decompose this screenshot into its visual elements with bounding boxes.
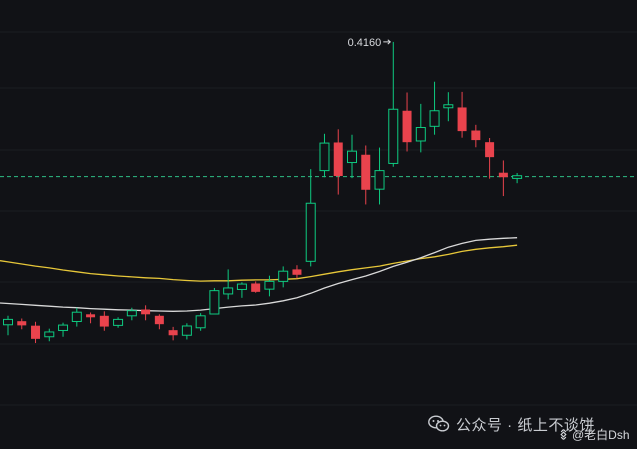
candle-body [443, 104, 454, 109]
candle-body [209, 290, 220, 315]
watermark-handle-text: @老白Dsh [572, 428, 630, 442]
candle-body [374, 170, 385, 190]
candle-body [485, 142, 495, 158]
candle-body [415, 127, 426, 142]
candle-body [195, 315, 206, 329]
binance-logo-icon [560, 429, 567, 440]
candle-body [471, 130, 481, 141]
candle-body [292, 269, 302, 275]
candle-body [512, 175, 523, 179]
candle-body [333, 142, 343, 177]
wechat-icon [428, 415, 450, 433]
candlestick-chart: 0.4160 [0, 0, 637, 449]
candle-body [17, 321, 27, 326]
candle-body [31, 325, 41, 339]
candle-body [154, 315, 164, 325]
candle-body [223, 287, 234, 295]
candle-body [361, 154, 371, 190]
candle-body [86, 314, 96, 318]
candle-body [429, 110, 440, 127]
candle-body [347, 150, 357, 164]
candle-body [71, 311, 82, 322]
candle-body [126, 310, 137, 317]
candle-body [457, 107, 467, 132]
candle-body [3, 318, 13, 326]
candle-body [58, 324, 69, 331]
candle-body [181, 325, 192, 336]
candle-body [251, 283, 261, 292]
candle-body [264, 280, 275, 290]
candle-body [236, 283, 247, 290]
candle-body [498, 172, 508, 178]
candle-body [278, 270, 289, 282]
candle-body [44, 331, 55, 338]
ma-fast-line [0, 237, 518, 312]
candle-body [388, 108, 399, 164]
candle-body [402, 110, 412, 143]
chart-canvas: 0.4160 [0, 31, 637, 406]
candle-body [168, 330, 178, 336]
high-price-arrow [383, 39, 392, 45]
candle-body [113, 318, 124, 326]
candle-body [319, 142, 330, 172]
candle-body [99, 315, 109, 327]
candle-body [305, 202, 316, 262]
high-price-label: 0.4160 [348, 37, 382, 49]
watermark-handle: @老白Dsh [558, 426, 630, 443]
candle-body [141, 309, 151, 315]
